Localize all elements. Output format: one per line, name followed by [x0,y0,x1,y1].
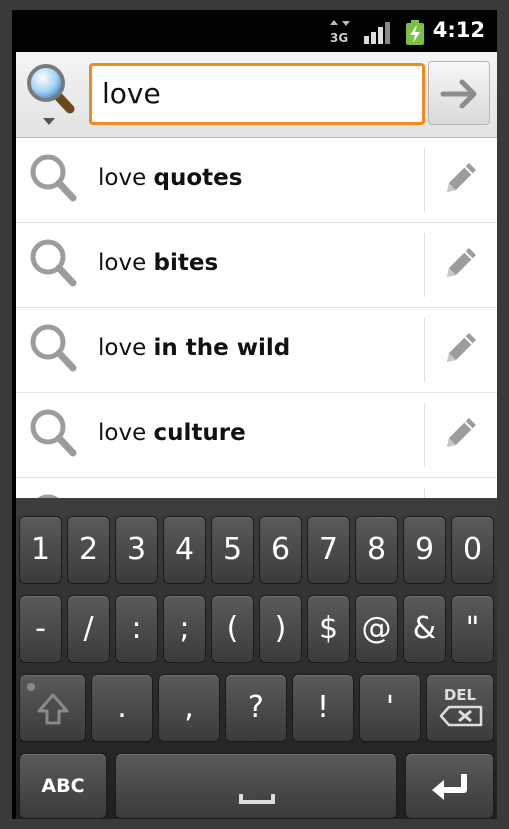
divider [424,318,425,382]
search-icon [30,239,77,287]
dropdown-arrow-icon [43,118,55,125]
space-bar-icon [239,794,275,804]
search-icon [30,324,77,372]
key-slash[interactable]: / [67,595,110,663]
magnifier-color-icon [27,64,75,125]
key-period[interactable]: . [91,674,153,742]
key-2[interactable]: 2 [67,516,110,584]
key-4[interactable]: 4 [163,516,206,584]
shift-key[interactable] [19,674,86,742]
pencil-edit-icon[interactable] [441,158,477,198]
search-source-selector[interactable] [24,60,84,130]
key-6[interactable]: 6 [259,516,302,584]
suggestion-label: love culture [98,420,246,446]
search-input[interactable]: love [89,63,425,125]
suggestion-item[interactable]: love bites [16,223,497,308]
key-ampersand[interactable]: & [403,595,446,663]
pencil-edit-icon[interactable] [441,243,477,283]
enter-key[interactable] [405,753,494,819]
search-go-button[interactable] [428,61,490,125]
enter-return-icon [432,774,467,800]
key-at[interactable]: @ [355,595,398,663]
key-3[interactable]: 3 [115,516,158,584]
pencil-edit-icon[interactable] [441,328,477,368]
key-colon[interactable]: : [115,595,158,663]
search-icon [30,154,77,202]
delete-key[interactable]: DEL [426,674,494,742]
search-bar: love [16,52,497,138]
key-close-paren[interactable]: ) [259,595,302,663]
battery-charging-icon [406,20,424,45]
key-open-paren[interactable]: ( [211,595,254,663]
status-bar: 3G 4:12 [12,10,497,52]
pencil-edit-icon[interactable] [441,413,477,453]
suggestion-label: love quotes [98,165,243,191]
key-8[interactable]: 8 [355,516,398,584]
key-5[interactable]: 5 [211,516,254,584]
network-3g-icon: 3G [330,20,350,44]
key-7[interactable]: 7 [307,516,350,584]
suggestion-item[interactable]: love culture [16,393,497,478]
signal-strength-icon [364,22,390,44]
key-0[interactable]: 0 [451,516,494,584]
key-exclamation[interactable]: ! [292,674,354,742]
key-9[interactable]: 9 [403,516,446,584]
arrow-right-icon [440,79,477,109]
key-comma[interactable]: , [158,674,220,742]
phone-screen: 3G 4:12 love love quotes love bites love… [12,10,497,819]
search-icon [30,409,77,457]
clock: 4:12 [432,18,485,42]
key-1[interactable]: 1 [19,516,62,584]
svg-text:3G: 3G [330,31,348,44]
key-quote[interactable]: " [451,595,494,663]
suggestion-item[interactable]: love in the wild [16,308,497,393]
symbols-keyboard: 1 2 3 4 5 6 7 8 9 0 - / : ; ( ) $ @ & " … [16,498,497,819]
delete-label: DEL [443,686,477,704]
key-question[interactable]: ? [225,674,287,742]
space-key[interactable] [115,753,397,819]
key-semicolon[interactable]: ; [163,595,206,663]
suggestion-list: love quotes love bites love in the wild … [16,138,497,508]
backspace-icon [439,705,483,727]
key-dollar[interactable]: $ [307,595,350,663]
divider [424,403,425,467]
key-hyphen[interactable]: - [19,595,62,663]
abc-key[interactable]: ABC [19,753,107,819]
key-apostrophe[interactable]: ' [359,674,421,742]
divider [424,233,425,297]
suggestion-label: love bites [98,250,219,276]
divider [424,148,425,212]
suggestion-label: love in the wild [98,335,291,361]
suggestion-item[interactable]: love quotes [16,138,497,223]
shift-arrow-icon [27,683,69,725]
